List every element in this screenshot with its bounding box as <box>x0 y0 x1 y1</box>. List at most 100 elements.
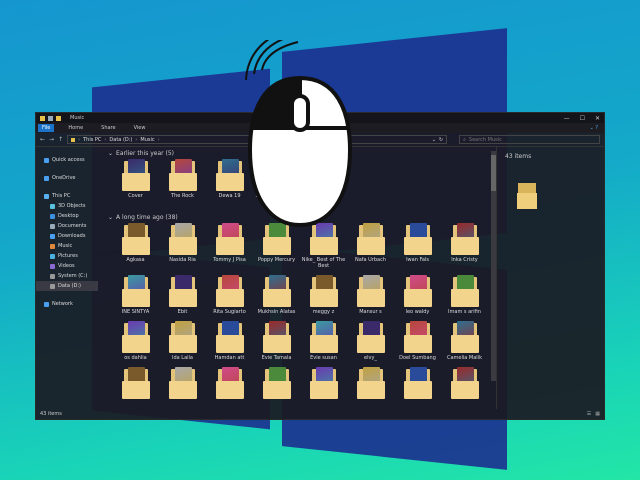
document-icon <box>50 223 55 229</box>
folder-icon <box>309 275 338 307</box>
tab-share[interactable]: Share <box>97 124 119 132</box>
window-title: Music <box>70 115 85 121</box>
details-pane: 43 items <box>496 147 604 409</box>
folder-item[interactable]: INE SINTYA <box>112 275 159 315</box>
breadcrumb-item[interactable]: Music <box>140 137 154 143</box>
folder-label: Nasida Ria <box>169 257 196 263</box>
save-icon[interactable] <box>48 115 53 121</box>
folder-item[interactable] <box>206 367 253 401</box>
breadcrumb-item[interactable]: This PC <box>83 137 101 143</box>
expand-ribbon-icon[interactable]: ⌄ ? <box>590 125 598 131</box>
folder-icon <box>121 275 150 307</box>
folder-label: Imam s arifin <box>448 309 481 315</box>
sidebar-item-label: OneDrive <box>52 175 76 181</box>
breadcrumb-item[interactable]: Data (D:) <box>109 137 132 143</box>
folder-item[interactable]: Mansur s <box>347 275 394 315</box>
folder-item[interactable]: Nasida Ria <box>159 223 206 269</box>
folder-icon <box>450 275 479 307</box>
folder-item[interactable]: Mukhsin Alatas <box>253 275 300 315</box>
folder-item[interactable]: Evie susan <box>300 321 347 361</box>
folder-item[interactable]: Doel Sumbang <box>394 321 441 361</box>
refresh-button[interactable]: ↻ <box>439 137 443 143</box>
folder-icon <box>403 275 432 307</box>
folder-item[interactable]: Imam s arifin <box>441 275 488 315</box>
folder-icon <box>168 223 197 255</box>
folder-item[interactable]: Evie Tamala <box>253 321 300 361</box>
folder-item[interactable] <box>253 367 300 401</box>
folder-item[interactable]: elvy_ <box>347 321 394 361</box>
tab-view[interactable]: View <box>130 124 150 132</box>
folder-item[interactable]: Rita Sugiarto <box>206 275 253 315</box>
sidebar-item[interactable]: Network <box>36 299 98 309</box>
folder-item[interactable] <box>347 367 394 401</box>
folder-icon <box>215 321 244 353</box>
folder-item[interactable]: Ebit <box>159 275 206 315</box>
folder-item[interactable]: Hamdan att <box>206 321 253 361</box>
sidebar-item[interactable]: OneDrive <box>36 173 98 183</box>
status-count: 43 items <box>40 411 62 417</box>
folder-icon <box>450 321 479 353</box>
sidebar-item[interactable]: Videos <box>36 261 98 271</box>
sidebar-item-label: Network <box>52 301 73 307</box>
back-button[interactable]: ← <box>40 136 45 143</box>
folder-label: elvy_ <box>364 355 377 361</box>
sidebar-item[interactable]: 3D Objects <box>36 201 98 211</box>
music-icon <box>50 243 55 249</box>
folder-item[interactable]: Ida Laila <box>159 321 206 361</box>
tab-file[interactable]: File <box>38 124 55 132</box>
minimize-button[interactable]: — <box>564 115 570 122</box>
up-button[interactable]: ↑ <box>58 136 63 143</box>
folder-item[interactable] <box>112 367 159 401</box>
folder-icon <box>450 223 479 255</box>
folder-label: Doel Sumbang <box>399 355 436 361</box>
sidebar-item[interactable]: Quick access <box>36 155 98 165</box>
forward-button[interactable]: → <box>49 136 54 143</box>
maximize-button[interactable]: ☐ <box>580 115 585 122</box>
folder-icon <box>121 321 150 353</box>
tab-home[interactable]: Home <box>64 124 87 132</box>
folder-icon <box>262 321 291 353</box>
sidebar-item[interactable]: Pictures <box>36 251 98 261</box>
sidebar-item[interactable]: Downloads <box>36 231 98 241</box>
folder-item[interactable] <box>159 367 206 401</box>
folder-icon <box>121 223 150 255</box>
folder-icon <box>215 367 244 399</box>
folder-item[interactable]: Camelia Malik <box>441 321 488 361</box>
folder-item[interactable]: Cover <box>112 159 159 205</box>
folder-item[interactable]: os dahlia <box>112 321 159 361</box>
folder-label: Camelia Malik <box>447 355 482 361</box>
folder-item[interactable] <box>441 367 488 401</box>
folder-icon <box>168 159 197 191</box>
sidebar-item[interactable]: Music <box>36 241 98 251</box>
sidebar-item[interactable]: Data (D:) <box>36 281 98 291</box>
sidebar-item[interactable]: Documents <box>36 221 98 231</box>
large-icons-view-icon[interactable]: ▦ <box>595 411 600 417</box>
folder-icon <box>121 367 150 399</box>
folder-item[interactable]: Inka Cristy <box>441 223 488 269</box>
folder-icon <box>356 275 385 307</box>
details-view-icon[interactable]: ☰ <box>587 411 591 417</box>
folder-item[interactable]: The Rock <box>159 159 206 205</box>
folder-item[interactable] <box>394 367 441 401</box>
sidebar-item-label: Documents <box>58 223 87 229</box>
folder-icon <box>356 367 385 399</box>
drive-icon <box>50 273 55 279</box>
folder-item[interactable]: leo waldy <box>394 275 441 315</box>
sidebar-item[interactable]: System (C:) <box>36 271 98 281</box>
folder-icon[interactable] <box>56 115 61 121</box>
pc-icon <box>44 193 49 199</box>
sidebar-item[interactable]: This PC <box>36 191 98 201</box>
chevron-down-icon[interactable]: ⌄ <box>432 137 436 143</box>
folder-item[interactable] <box>300 367 347 401</box>
folder-label: Mansur s <box>359 309 382 315</box>
folder-item[interactable]: Agkasa <box>112 223 159 269</box>
folder-icon <box>121 159 150 191</box>
folder-icon <box>450 367 479 399</box>
search-box[interactable]: ⌕ <box>459 135 600 144</box>
folder-item[interactable]: meggy z <box>300 275 347 315</box>
folder-item[interactable]: Iwan Fals <box>394 223 441 269</box>
sidebar-item[interactable]: Desktop <box>36 211 98 221</box>
folder-label: Inka Cristy <box>451 257 478 263</box>
close-button[interactable]: ✕ <box>595 115 600 122</box>
search-input[interactable] <box>468 136 569 143</box>
